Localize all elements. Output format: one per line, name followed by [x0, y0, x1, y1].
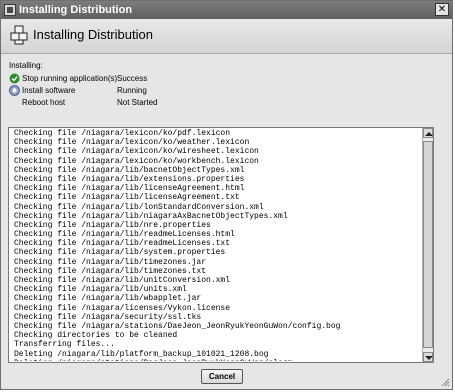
install-status: Installing: Stop running application(s) … [1, 54, 452, 124]
close-button[interactable]: ✕ [435, 3, 449, 16]
installing-label: Installing: [9, 61, 43, 70]
log-line: Checking file /niagara/lib/unitConversio… [14, 276, 231, 285]
log-line: Checking file /niagara/lib/bacnetObjectT… [14, 165, 245, 175]
title-bar[interactable]: Installing Distribution ✕ [1, 1, 452, 19]
log-line: Checking file /niagara/lib/timezones.txt [14, 266, 207, 276]
log-line: Checking file /niagara/licenses/Vykon.li… [14, 303, 231, 313]
log-line: Checking file /niagara/lib/units.xml [14, 285, 187, 295]
log-line: Checking file /niagara/lexicon/ko/wiresh… [14, 147, 259, 157]
install-log[interactable]: Checking file /niagara/lexicon/ko/pdf.le… [8, 127, 434, 363]
log-line: Checking file /niagara/lib/readmeLicense… [14, 239, 231, 249]
log-line: Checking file /niagara/lib/niagaraAxBacn… [14, 211, 288, 221]
step-label: Reboot host [22, 98, 66, 107]
window-menu-icon[interactable] [4, 4, 16, 16]
check-icon [9, 73, 20, 84]
distribution-boxes-icon [10, 25, 28, 45]
log-line: Checking file /niagara/lib/readmeLicense… [14, 230, 235, 240]
log-line: Deleting /niagara/lib/platform_backup_10… [14, 349, 269, 359]
step-status: Success [117, 74, 148, 83]
scroll-up-button[interactable] [423, 128, 433, 138]
step-status: Running [117, 86, 147, 95]
log-scrollbar[interactable] [422, 128, 433, 362]
log-line: Checking file /niagara/lexicon/ko/weathe… [14, 138, 250, 148]
step-status: Not Started [117, 98, 158, 107]
dialog-header: Installing Distribution [1, 19, 452, 54]
install-dialog: Installing Distribution ✕ Installing Dis… [0, 0, 453, 390]
log-line: Checking file /niagara/lexicon/ko/workbe… [14, 156, 259, 166]
cancel-button[interactable]: Cancel [201, 369, 243, 384]
log-text: Checking file /niagara/lexicon/ko/pdf.le… [14, 129, 421, 361]
log-line: Deleting /niagara/stations/DaeJeon_JeonR… [14, 359, 421, 361]
window-title: Installing Distribution [19, 4, 133, 16]
log-line: Checking file /niagara/security/ssl.tks [14, 312, 202, 322]
arrow-down-icon [425, 356, 433, 360]
scroll-down-button[interactable] [423, 352, 433, 362]
log-line: Checking file /niagara/lib/licenseAgreem… [14, 184, 245, 194]
step-label: Install software [22, 86, 76, 95]
resize-grip-icon[interactable] [441, 378, 450, 387]
log-line: Checking file /niagara/lib/system.proper… [14, 248, 226, 258]
log-line: Checking file /niagara/lib/lonStandardCo… [14, 202, 264, 212]
log-line: Checking file /niagara/lib/nre.propertie… [14, 220, 211, 230]
log-line: Checking file /niagara/lib/wbapplet.jar [14, 294, 202, 304]
running-icon [9, 85, 20, 96]
step-reboot-host: Reboot host Not Started [9, 97, 309, 109]
dialog-footer: Cancel [1, 365, 452, 389]
log-line: Checking file /niagara/lib/extensions.pr… [14, 174, 245, 184]
arrow-up-icon [425, 132, 433, 136]
log-line: Transferring files... [14, 340, 115, 350]
step-install-software: Install software Running [9, 85, 309, 97]
log-line: Checking file /niagara/lib/timezones.jar [14, 257, 207, 267]
scroll-thumb[interactable] [423, 141, 433, 348]
step-label: Stop running application(s) [22, 74, 118, 83]
log-line: Checking file /niagara/lexicon/ko/pdf.le… [14, 129, 231, 138]
log-line: Checking directories to be cleaned [14, 331, 178, 341]
header-title: Installing Distribution [33, 27, 153, 42]
log-line: Checking file /niagara/lib/licenseAgreem… [14, 193, 240, 203]
log-line: Checking file /niagara/stations/DaeJeon_… [14, 321, 341, 331]
step-stop-apps: Stop running application(s) Success [9, 73, 309, 85]
